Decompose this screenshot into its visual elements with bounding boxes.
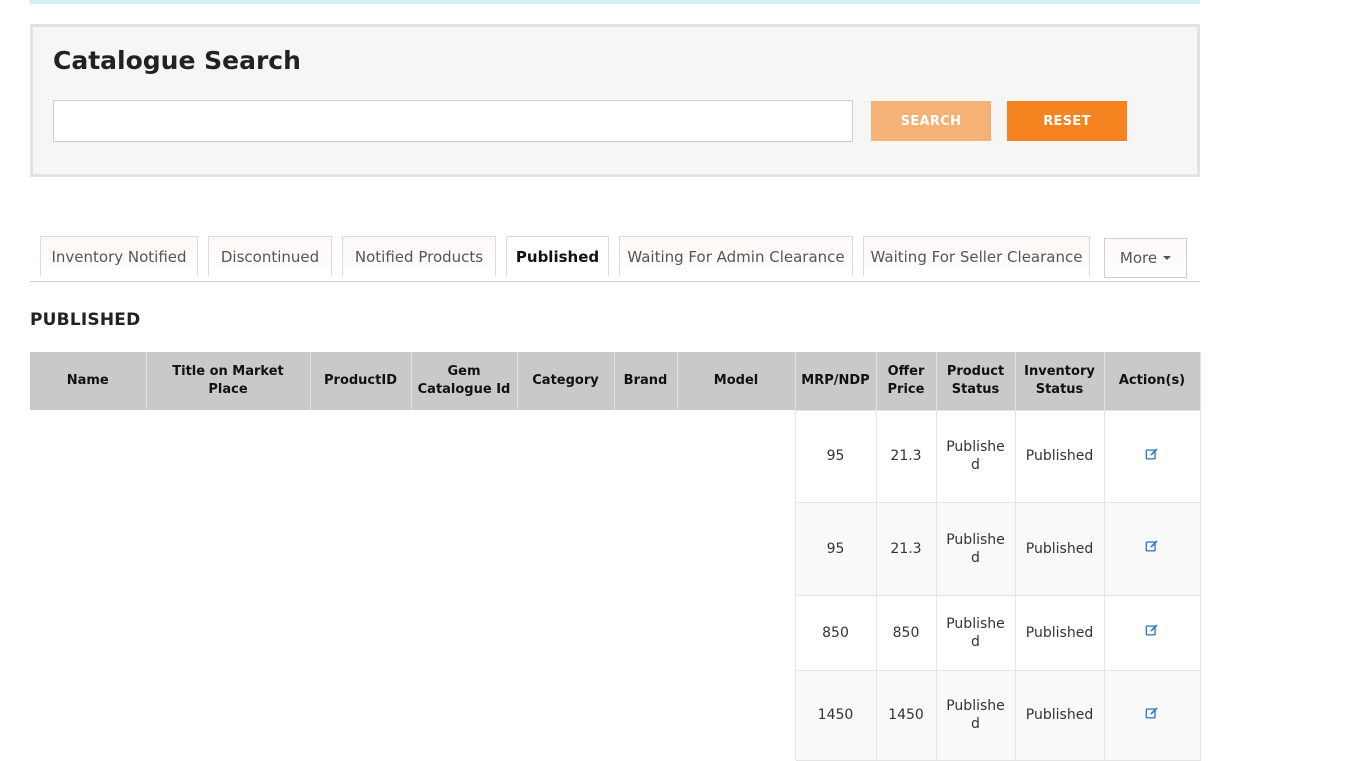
cell-blank <box>310 502 411 595</box>
cell-blank <box>517 410 614 502</box>
cell-actions <box>1103 409 1201 503</box>
cell-inventory-status: Published <box>1014 669 1105 761</box>
cell-product-status: Published <box>935 501 1016 596</box>
cell-offer-price: 21.3 <box>875 409 937 503</box>
cell-blank <box>677 502 795 595</box>
cell-inventory-status: Published <box>1014 594 1105 671</box>
cell-blank <box>411 670 517 760</box>
tab-discontinued[interactable]: Discontinued <box>208 236 332 276</box>
cell-blank <box>411 502 517 595</box>
col-header-actions: Action(s) <box>1104 352 1201 410</box>
top-accent-bar <box>30 0 1200 4</box>
edit-icon[interactable] <box>1145 623 1159 637</box>
caret-down-icon <box>1163 256 1172 260</box>
tab-inventory-notified[interactable]: Inventory Notified <box>40 236 198 276</box>
cell-blank <box>146 502 310 595</box>
cell-blank <box>614 502 677 595</box>
cell-blank <box>614 410 677 502</box>
col-header-category: Category <box>517 352 615 410</box>
col-header-product-status: Product Status <box>936 352 1016 410</box>
col-header-brand: Brand <box>614 352 678 410</box>
cell-blank <box>146 595 310 670</box>
cell-mrp: 95 <box>794 409 877 503</box>
cell-blank <box>146 410 310 502</box>
cell-mrp: 850 <box>794 594 877 671</box>
cell-actions <box>1103 594 1201 671</box>
edit-icon[interactable] <box>1145 539 1159 553</box>
table-row: 95 21.3 Published Published <box>30 409 1201 503</box>
tab-waiting-admin-clearance[interactable]: Waiting For Admin Clearance <box>619 236 853 276</box>
col-header-mrp: MRP/NDP <box>795 352 877 410</box>
col-header-name: Name <box>30 352 147 410</box>
cell-blank <box>411 595 517 670</box>
cell-blank <box>677 670 795 760</box>
col-header-inventory-status: Inventory Status <box>1015 352 1105 410</box>
col-header-offer-price: Offer Price <box>876 352 937 410</box>
status-tabs: Inventory Notified Discontinued Notified… <box>30 236 1200 282</box>
tab-waiting-seller-clearance[interactable]: Waiting For Seller Clearance <box>863 236 1090 276</box>
cell-inventory-status: Published <box>1014 501 1105 596</box>
search-button[interactable]: SEARCH <box>871 101 991 141</box>
table-row: 1450 1450 Published Published <box>30 669 1201 761</box>
cell-actions <box>1103 501 1201 596</box>
cell-blank <box>517 502 614 595</box>
table-header-row: Name Title on Market Place ProductID Gem… <box>30 352 1201 410</box>
cell-blank <box>146 670 310 760</box>
col-header-title: Title on Market Place <box>146 352 311 410</box>
cell-blank <box>310 595 411 670</box>
cell-blank <box>30 595 146 670</box>
cell-product-status: Published <box>935 594 1016 671</box>
cell-blank <box>517 595 614 670</box>
cell-product-status: Published <box>935 669 1016 761</box>
cell-offer-price: 21.3 <box>875 501 937 596</box>
cell-offer-price: 1450 <box>875 669 937 761</box>
table-row: 95 21.3 Published Published <box>30 501 1201 596</box>
edit-icon[interactable] <box>1145 706 1159 720</box>
products-table: Name Title on Market Place ProductID Gem… <box>30 352 1201 761</box>
table-row: 850 850 Published Published <box>30 594 1201 671</box>
col-header-model: Model <box>677 352 796 410</box>
edit-icon[interactable] <box>1145 447 1159 461</box>
cell-blank <box>614 595 677 670</box>
cell-blank <box>517 670 614 760</box>
catalogue-search-input[interactable] <box>53 100 853 142</box>
tab-published[interactable]: Published <box>506 236 609 276</box>
cell-blank <box>411 410 517 502</box>
cell-offer-price: 850 <box>875 594 937 671</box>
reset-button[interactable]: RESET <box>1007 101 1127 141</box>
cell-blank <box>677 410 795 502</box>
cell-blank <box>310 410 411 502</box>
tab-notified-products[interactable]: Notified Products <box>342 236 496 276</box>
cell-product-status: Published <box>935 409 1016 503</box>
more-label: More <box>1119 249 1158 267</box>
more-dropdown[interactable]: More <box>1104 238 1187 278</box>
cell-blank <box>30 502 146 595</box>
cell-mrp: 95 <box>794 501 877 596</box>
col-header-productid: ProductID <box>310 352 412 410</box>
section-heading: PUBLISHED <box>30 310 141 330</box>
catalogue-search-panel: Catalogue Search SEARCH RESET <box>30 24 1200 177</box>
cell-inventory-status: Published <box>1014 409 1105 503</box>
search-title: Catalogue Search <box>53 46 301 75</box>
cell-actions <box>1103 669 1201 761</box>
col-header-gem-catalogue-id: Gem Catalogue Id <box>411 352 518 410</box>
cell-mrp: 1450 <box>794 669 877 761</box>
cell-blank <box>677 595 795 670</box>
cell-blank <box>30 670 146 760</box>
cell-blank <box>310 670 411 760</box>
cell-blank <box>614 670 677 760</box>
cell-blank <box>30 410 146 502</box>
